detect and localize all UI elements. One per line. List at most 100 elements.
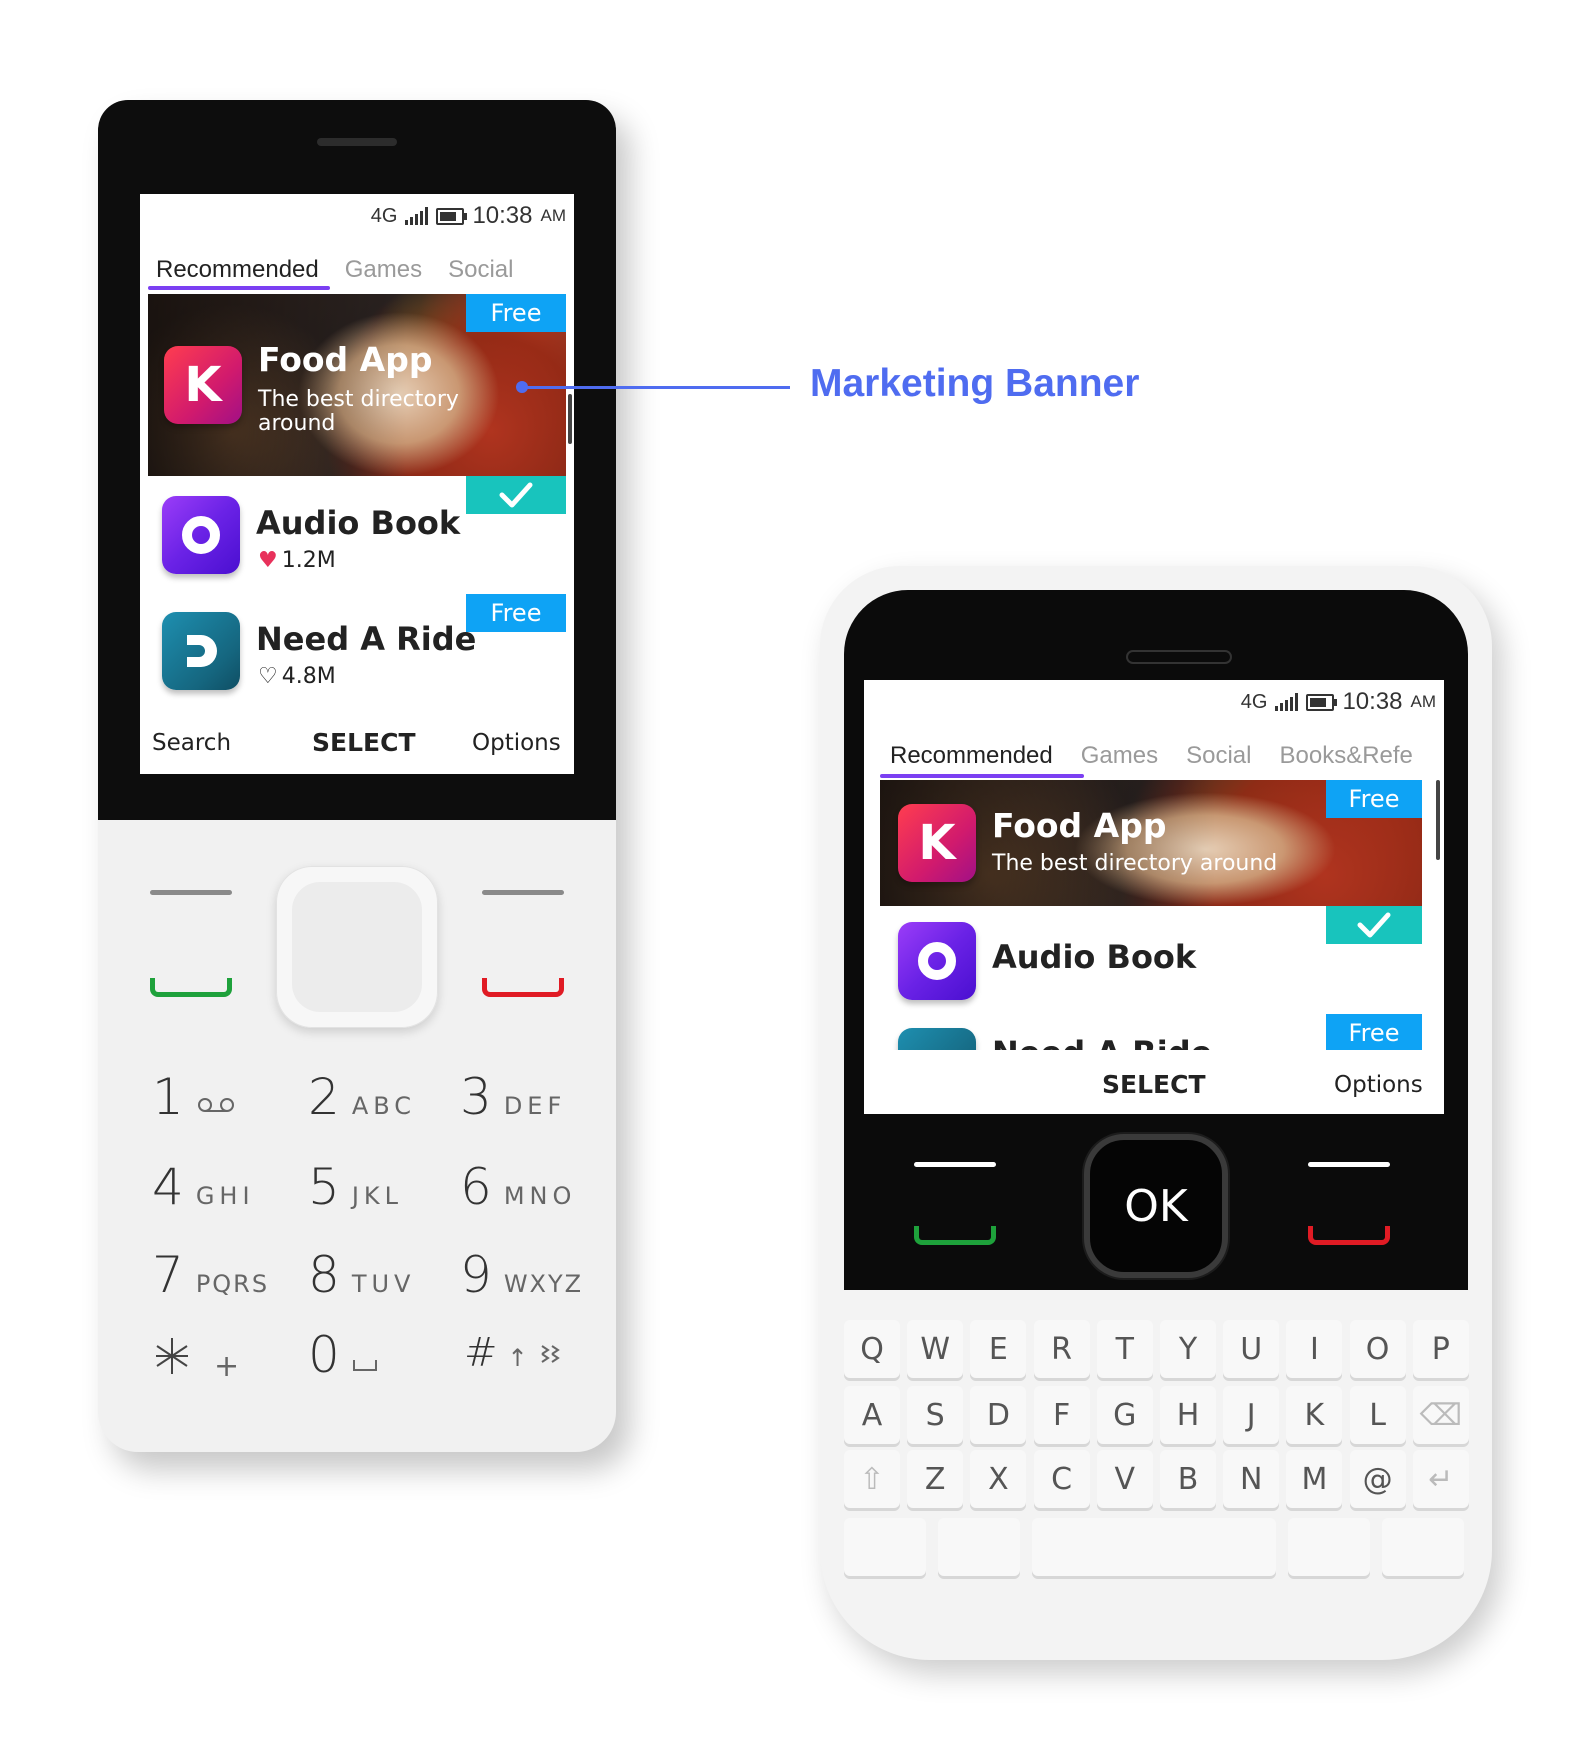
banner-title: Food App — [258, 340, 433, 379]
key-8[interactable]: 8 TUV — [308, 1246, 415, 1304]
clock-ampm: AM — [540, 206, 567, 225]
key-s[interactable]: S — [907, 1386, 964, 1444]
feature-phone-candybar: 4G 10:38 AM Recommended Games Social K F… — [98, 100, 616, 1452]
key-6[interactable]: 6 MNO — [460, 1158, 576, 1216]
key-f[interactable]: F — [1033, 1386, 1090, 1444]
check-icon — [499, 482, 533, 508]
key-v[interactable]: V — [1096, 1450, 1153, 1508]
key-h[interactable]: H — [1160, 1386, 1216, 1444]
key-d[interactable]: D — [970, 1386, 1027, 1444]
softkey-center[interactable]: SELECT — [312, 728, 416, 757]
category-tabs: Recommended Games Social — [156, 256, 513, 284]
tab-games[interactable]: Games — [345, 256, 422, 284]
key-k[interactable]: K — [1286, 1386, 1343, 1444]
softkey-right[interactable]: Options — [472, 730, 561, 756]
clock-ampm: AM — [1410, 692, 1437, 711]
key-u[interactable]: U — [1223, 1320, 1280, 1378]
left-soft-key[interactable] — [150, 890, 232, 895]
right-soft-key[interactable] — [1308, 1162, 1390, 1167]
need-a-ride-icon — [162, 612, 240, 690]
shift-key[interactable]: ⇧ — [844, 1450, 900, 1508]
key-blank[interactable] — [1288, 1518, 1370, 1576]
installed-badge — [1326, 906, 1422, 944]
app-likes: ♡ 4.8M — [258, 664, 336, 689]
left-soft-key[interactable] — [914, 1162, 996, 1167]
key-q[interactable]: Q — [844, 1320, 900, 1378]
network-type: 4G — [370, 204, 398, 227]
softkey-left[interactable]: Search — [152, 730, 231, 756]
key-blank[interactable] — [1382, 1518, 1464, 1576]
tab-recommended[interactable]: Recommended — [890, 742, 1053, 770]
status-bar: 4G 10:38 AM — [371, 202, 566, 230]
key-a[interactable]: A — [844, 1386, 900, 1444]
space-key[interactable] — [1032, 1518, 1276, 1576]
backspace-key[interactable]: ⌫ — [1412, 1386, 1469, 1444]
tab-games[interactable]: Games — [1081, 742, 1158, 770]
key-l[interactable]: L — [1349, 1386, 1406, 1444]
call-key[interactable] — [150, 978, 232, 997]
phone-screen: 4G 10:38 AM Recommended Games Social Boo… — [864, 680, 1444, 1114]
key-7[interactable]: 7 PQRS — [152, 1246, 269, 1304]
asterisk-icon — [156, 1338, 188, 1374]
key-9[interactable]: 9 WXYZ — [460, 1246, 583, 1304]
key-i[interactable]: I — [1286, 1320, 1343, 1378]
key-j[interactable]: J — [1223, 1386, 1280, 1444]
key-0[interactable]: 0 — [308, 1326, 378, 1384]
dpad-button[interactable] — [276, 866, 438, 1028]
earpiece-speaker — [1126, 650, 1232, 664]
food-app-icon: K — [164, 346, 242, 424]
ok-button[interactable]: OK — [1084, 1134, 1228, 1278]
key-w[interactable]: W — [907, 1320, 964, 1378]
key-t[interactable]: T — [1096, 1320, 1153, 1378]
app-list-item[interactable]: Need A Ride — [864, 1026, 1444, 1050]
key-blank[interactable] — [938, 1518, 1020, 1576]
key-x[interactable]: X — [970, 1450, 1027, 1508]
enter-key[interactable]: ↵ — [1412, 1450, 1469, 1508]
key-n[interactable]: N — [1223, 1450, 1280, 1508]
key-4[interactable]: 4 GHI — [152, 1158, 255, 1216]
key-c[interactable]: C — [1033, 1450, 1090, 1508]
need-a-ride-icon — [898, 1028, 976, 1050]
softkey-right[interactable]: Options — [1334, 1072, 1423, 1098]
key-p[interactable]: P — [1412, 1320, 1469, 1378]
tab-books-reference[interactable]: Books&Refe — [1279, 742, 1412, 770]
call-key[interactable] — [914, 1226, 996, 1245]
key-1[interactable]: 1 — [152, 1068, 236, 1126]
key-hash[interactable]: # ↑ — [464, 1330, 564, 1376]
tab-recommended[interactable]: Recommended — [156, 256, 319, 284]
softkey-center[interactable]: SELECT — [1102, 1070, 1206, 1099]
at-key[interactable]: @ — [1349, 1450, 1406, 1508]
key-o[interactable]: O — [1349, 1320, 1406, 1378]
key-e[interactable]: E — [970, 1320, 1027, 1378]
tab-social[interactable]: Social — [448, 256, 513, 284]
key-r[interactable]: R — [1033, 1320, 1090, 1378]
key-5[interactable]: 5 JKL — [308, 1158, 403, 1216]
end-key[interactable] — [1308, 1226, 1390, 1245]
key-y[interactable]: Y — [1160, 1320, 1216, 1378]
food-app-icon: K — [898, 804, 976, 882]
app-likes: ♥ 1.2M — [258, 548, 336, 573]
space-icon — [352, 1360, 377, 1371]
key-z[interactable]: Z — [907, 1450, 964, 1508]
earpiece-speaker — [317, 138, 397, 146]
key-g[interactable]: G — [1096, 1386, 1153, 1444]
end-key[interactable] — [482, 978, 564, 997]
key-blank[interactable] — [844, 1518, 926, 1576]
audio-book-icon — [898, 922, 976, 1000]
right-soft-key[interactable] — [482, 890, 564, 895]
callout-line — [522, 386, 790, 389]
key-3[interactable]: 3 DEF — [460, 1068, 566, 1126]
key-star[interactable]: + — [154, 1336, 244, 1384]
active-tab-underline — [148, 286, 330, 290]
key-2[interactable]: 2 ABC — [308, 1068, 416, 1126]
free-badge: Free — [466, 594, 566, 632]
key-m[interactable]: M — [1286, 1450, 1343, 1508]
marketing-banner-label: Marketing Banner — [810, 362, 1140, 405]
scrollbar[interactable] — [1436, 780, 1440, 860]
tab-social[interactable]: Social — [1186, 742, 1251, 770]
key-b[interactable]: B — [1160, 1450, 1216, 1508]
scrollbar[interactable] — [568, 394, 572, 444]
app-title: Need A Ride — [992, 1034, 1212, 1050]
free-badge: Free — [1326, 780, 1422, 818]
free-badge: Free — [466, 294, 566, 332]
